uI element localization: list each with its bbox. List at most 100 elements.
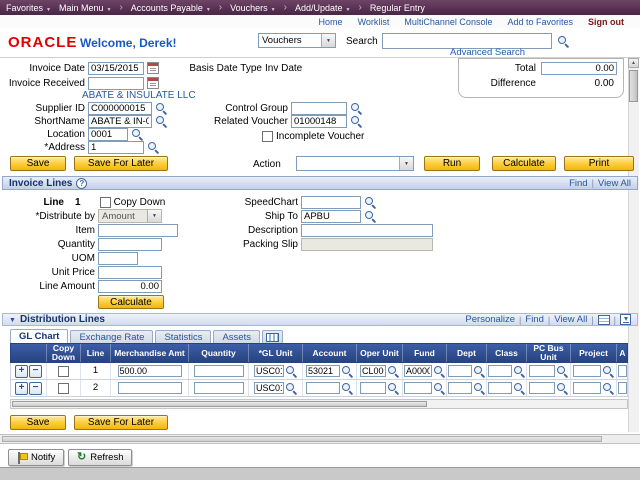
merchandise-amt-input[interactable] <box>118 365 182 377</box>
control-group-input[interactable] <box>291 102 347 115</box>
account-input[interactable] <box>306 382 340 394</box>
invoice-received-input[interactable] <box>88 77 144 90</box>
show-all-columns-tab[interactable] <box>262 330 283 343</box>
page-horizontal-scrollbar[interactable] <box>0 434 640 444</box>
lookup-icon[interactable] <box>473 365 485 377</box>
shortname-input[interactable] <box>88 115 152 128</box>
description-input[interactable] <box>301 224 433 237</box>
oper-unit-input[interactable] <box>360 365 386 377</box>
breadcrumb-item-favorites[interactable]: Favorites <box>6 3 51 13</box>
ship-to-input[interactable] <box>301 210 361 223</box>
save-button[interactable]: Save <box>10 415 66 430</box>
gl-unit-input[interactable] <box>254 365 284 377</box>
home-link[interactable]: Home <box>319 17 343 27</box>
lookup-icon[interactable] <box>513 365 525 377</box>
scroll-up-arrow-icon[interactable] <box>628 58 639 68</box>
project-input[interactable] <box>573 382 601 394</box>
tab-assets[interactable]: Assets <box>213 330 260 343</box>
save-button[interactable]: Save <box>10 156 66 171</box>
calendar-icon[interactable] <box>147 77 159 89</box>
incomplete-voucher-checkbox[interactable] <box>262 131 273 142</box>
calculate-button[interactable]: Calculate <box>492 156 556 171</box>
gl-unit-input[interactable] <box>254 382 284 394</box>
quantity-input[interactable] <box>98 238 162 251</box>
lookup-icon[interactable] <box>341 382 353 394</box>
lookup-icon[interactable] <box>155 115 167 127</box>
quantity-input[interactable] <box>194 365 244 377</box>
line-amount-input[interactable] <box>98 280 162 293</box>
worklist-link[interactable]: Worklist <box>358 17 390 27</box>
lookup-icon[interactable] <box>364 210 376 222</box>
tab-gl-chart[interactable]: GL Chart <box>10 329 68 343</box>
lookup-icon[interactable] <box>602 365 614 377</box>
lookup-icon[interactable] <box>285 382 297 394</box>
lookup-icon[interactable] <box>556 382 568 394</box>
lookup-icon[interactable] <box>364 196 376 208</box>
help-icon[interactable] <box>76 178 87 189</box>
account-input[interactable] <box>306 365 340 377</box>
lookup-icon[interactable] <box>602 382 614 394</box>
print-button[interactable]: Print <box>564 156 634 171</box>
lookup-icon[interactable] <box>556 365 568 377</box>
breadcrumb-item-main-menu[interactable]: Main Menu <box>59 3 111 13</box>
supplier-name-link[interactable]: ABATE & INSULATE LLC <box>82 90 196 101</box>
tab-exchange-rate[interactable]: Exchange Rate <box>70 330 153 343</box>
add-to-favorites-link[interactable]: Add to Favorites <box>507 17 573 27</box>
dept-input[interactable] <box>448 365 472 377</box>
copy-down-checkbox[interactable] <box>58 383 69 394</box>
add-row-button[interactable] <box>15 382 28 395</box>
fund-input[interactable] <box>404 365 432 377</box>
notify-button[interactable]: Notify <box>8 449 64 466</box>
invoice-date-input[interactable] <box>88 62 144 75</box>
lookup-icon[interactable] <box>285 365 297 377</box>
class-input[interactable] <box>488 382 512 394</box>
lookup-icon[interactable] <box>350 115 362 127</box>
multichannel-console-link[interactable]: MultiChannel Console <box>404 17 492 27</box>
breadcrumb-item-vouchers[interactable]: Vouchers <box>230 3 275 13</box>
lookup-icon[interactable] <box>433 365 445 377</box>
address-input[interactable] <box>88 141 144 154</box>
run-button[interactable]: Run <box>424 156 480 171</box>
lookup-icon[interactable] <box>387 382 399 394</box>
find-link[interactable]: Find <box>525 314 543 325</box>
fund-input[interactable] <box>404 382 432 394</box>
pc-bus-unit-input[interactable] <box>529 382 555 394</box>
calendar-icon[interactable] <box>147 62 159 74</box>
activity-input[interactable] <box>618 365 627 377</box>
save-for-later-button[interactable]: Save For Later <box>74 415 168 430</box>
lookup-icon[interactable] <box>350 102 362 114</box>
personalize-link[interactable]: Personalize <box>465 314 515 325</box>
delete-row-button[interactable] <box>29 365 42 378</box>
grid-horizontal-scrollbar[interactable] <box>10 399 628 409</box>
vertical-scrollbar[interactable] <box>628 58 639 432</box>
copy-down-checkbox[interactable] <box>100 197 111 208</box>
download-grid-icon[interactable] <box>620 314 631 325</box>
unit-price-input[interactable] <box>98 266 162 279</box>
find-link[interactable]: Find <box>569 178 587 189</box>
item-input[interactable] <box>98 224 178 237</box>
search-scope-select[interactable]: Vouchers <box>258 33 336 48</box>
lookup-icon[interactable] <box>341 365 353 377</box>
pc-bus-unit-input[interactable] <box>529 365 555 377</box>
breadcrumb-item-add-update[interactable]: Add/Update <box>295 3 351 13</box>
supplier-id-input[interactable] <box>88 102 152 115</box>
total-input[interactable] <box>541 62 617 75</box>
search-icon[interactable] <box>557 35 569 47</box>
add-row-button[interactable] <box>15 365 28 378</box>
related-voucher-input[interactable] <box>291 115 347 128</box>
quantity-input[interactable] <box>194 382 244 394</box>
view-all-link[interactable]: View All <box>554 314 587 325</box>
collapse-triangle-icon[interactable] <box>9 314 16 325</box>
grid-horizontal-scrollbar-thumb[interactable] <box>12 401 427 407</box>
action-select[interactable] <box>296 156 414 171</box>
lookup-icon[interactable] <box>387 365 399 377</box>
speedchart-input[interactable] <box>301 196 361 209</box>
save-for-later-button[interactable]: Save For Later <box>74 156 168 171</box>
zoom-grid-icon[interactable] <box>598 315 610 325</box>
activity-input[interactable] <box>618 382 627 394</box>
vertical-scrollbar-thumb[interactable] <box>629 70 638 102</box>
oper-unit-input[interactable] <box>360 382 386 394</box>
dept-input[interactable] <box>448 382 472 394</box>
lookup-icon[interactable] <box>433 382 445 394</box>
breadcrumb-item-accounts-payable[interactable]: Accounts Payable <box>131 3 211 13</box>
